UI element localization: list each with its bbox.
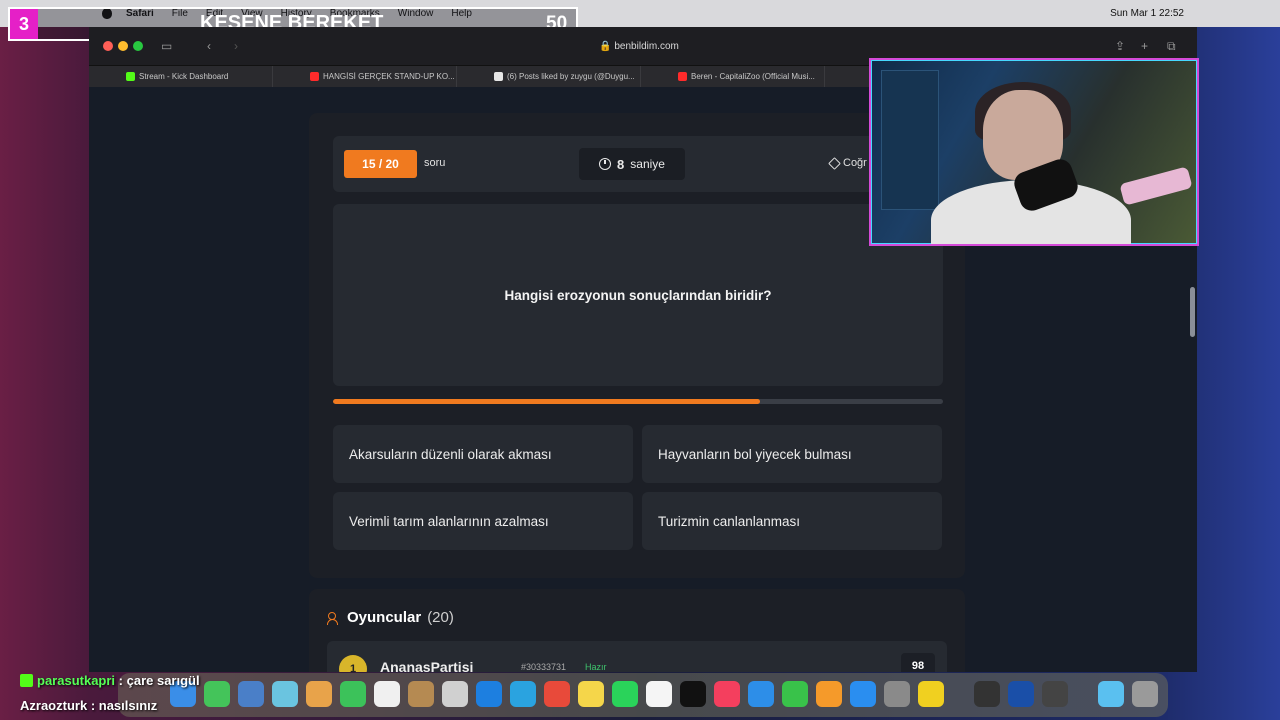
freeform-icon[interactable] (646, 681, 672, 707)
messages-icon[interactable] (204, 681, 230, 707)
chat-message: Azraozturk : nasılsınız (20, 698, 157, 713)
tab-label: Beren - CapitaliZoo (Official Musi... (691, 72, 815, 81)
youtube-icon (678, 71, 687, 81)
chat-text: : nasılsınız (90, 698, 158, 713)
kick-icon (126, 71, 135, 81)
kick-badge-icon (20, 674, 33, 687)
address-bar[interactable]: 🔒 benbildim.com (419, 38, 859, 56)
player-rank: 1 (339, 655, 367, 672)
player-name: AnanasPartisi (380, 659, 474, 672)
webcam-shelf (881, 70, 939, 210)
chat-username: Azraozturk (20, 698, 88, 713)
zoom-window-button[interactable] (133, 41, 143, 51)
player-id: #30333731 (521, 662, 567, 672)
notes-icon[interactable] (408, 681, 434, 707)
webcam-feed (869, 58, 1199, 246)
tab-label: (6) Posts liked by zuygu (@Duygu... (507, 72, 635, 81)
time-progress-fill (333, 399, 760, 404)
whatsapp-icon[interactable] (612, 681, 638, 707)
kick-app-icon[interactable] (918, 681, 944, 707)
answer-option-3[interactable]: Verimli tarım alanlarının azalması (333, 492, 633, 550)
question-text: Hangisi erozyonun sonuçlarından biridir? (504, 287, 772, 303)
player-score: 98 (901, 653, 935, 672)
player-status: Hazır (585, 662, 607, 672)
answer-option-4[interactable]: Turizmin canlanlanması (642, 492, 942, 550)
url-text: benbildim.com (614, 41, 679, 52)
time-progress-bar (333, 399, 943, 404)
players-header: Oyuncular (20) (327, 609, 454, 626)
keynote-icon[interactable] (748, 681, 774, 707)
stickies-icon[interactable] (578, 681, 604, 707)
music-icon[interactable] (714, 681, 740, 707)
players-title: Oyuncular (347, 609, 422, 626)
timer-unit: saniye (630, 157, 665, 171)
youtube-icon (310, 71, 319, 81)
page-scrollbar[interactable] (1190, 287, 1195, 337)
new-tab-icon[interactable]: + (1141, 39, 1148, 53)
tab-youtube-standup[interactable]: HANGİSİ GERÇEK STAND-UP KO... (273, 65, 457, 88)
dock (118, 673, 1168, 717)
question-counter-label: soru (424, 157, 446, 169)
webcam-arm (1119, 166, 1193, 206)
quiz-header: 15 / 20 soru 8 saniye Coğr (333, 136, 943, 192)
facetime-icon[interactable] (340, 681, 366, 707)
timer: 8 saniye (579, 148, 685, 180)
users-icon (327, 611, 341, 625)
overlay-number: 3 (10, 9, 38, 39)
share-icon[interactable]: ⇪ (1115, 39, 1125, 53)
answer-option-2[interactable]: Hayvanların bol yiyecek bulması (642, 425, 942, 483)
reminders-icon[interactable] (442, 681, 468, 707)
tab-x-posts[interactable]: (6) Posts liked by zuygu (@Duygu... (457, 65, 641, 88)
players-count: (20) (427, 609, 454, 626)
sidebar-icon[interactable]: ▭ (161, 39, 172, 53)
close-window-button[interactable] (103, 41, 113, 51)
question-counter-badge: 15 / 20 (344, 150, 417, 178)
calendar-icon[interactable] (374, 681, 400, 707)
tab-overview-icon[interactable]: ⧉ (1167, 39, 1176, 54)
menubar-clock[interactable]: Sun Mar 1 22:52 (1110, 8, 1184, 19)
answer-option-1[interactable]: Akarsuların düzenli olarak akması (333, 425, 633, 483)
player-row: 1 AnanasPartisi #30333731 Hazır 98 (327, 641, 947, 672)
appletv-icon[interactable] (680, 681, 706, 707)
appstore-icon[interactable] (850, 681, 876, 707)
tab-label: Stream - Kick Dashboard (139, 72, 229, 81)
telegram-icon[interactable] (510, 681, 536, 707)
settings-icon[interactable] (884, 681, 910, 707)
tab-kick-dashboard[interactable]: Stream - Kick Dashboard (89, 65, 273, 88)
clock-icon (599, 158, 612, 170)
trash-icon[interactable] (1132, 681, 1158, 707)
question-box: Hangisi erozyonun sonuçlarından biridir? (333, 204, 943, 386)
chat-text: : çare sarıgül (118, 673, 200, 688)
quiz-card: 15 / 20 soru 8 saniye Coğr Hangisi erozy… (309, 113, 965, 578)
minimize-window-button[interactable] (118, 41, 128, 51)
tab-label: HANGİSİ GERÇEK STAND-UP KO... (323, 72, 455, 81)
pages-icon[interactable] (816, 681, 842, 707)
photos-icon[interactable] (306, 681, 332, 707)
mail-icon[interactable] (238, 681, 264, 707)
chat-username: parasutkapri (37, 673, 116, 688)
category-text: Coğr (843, 157, 867, 169)
chat-message: parasutkapri : çare sarıgül (20, 673, 200, 688)
category-label: Coğr (828, 156, 867, 170)
tag-icon (828, 156, 841, 170)
numbers-icon[interactable] (782, 681, 808, 707)
safari-icon[interactable] (476, 681, 502, 707)
x-icon (494, 71, 503, 81)
forward-icon[interactable]: › (234, 39, 238, 53)
back-icon[interactable]: ‹ (207, 39, 211, 53)
obs-icon[interactable] (974, 681, 1000, 707)
preview-icon[interactable] (1042, 681, 1068, 707)
wd-icon[interactable] (1008, 681, 1034, 707)
maps-icon[interactable] (272, 681, 298, 707)
downloads-folder-icon[interactable] (1098, 681, 1124, 707)
timer-value: 8 (617, 156, 625, 172)
players-card: Oyuncular (20) 1 AnanasPartisi #30333731… (309, 589, 965, 672)
tab-youtube-beren[interactable]: Beren - CapitaliZoo (Official Musi... (641, 65, 825, 88)
chrome-icon[interactable] (544, 681, 570, 707)
